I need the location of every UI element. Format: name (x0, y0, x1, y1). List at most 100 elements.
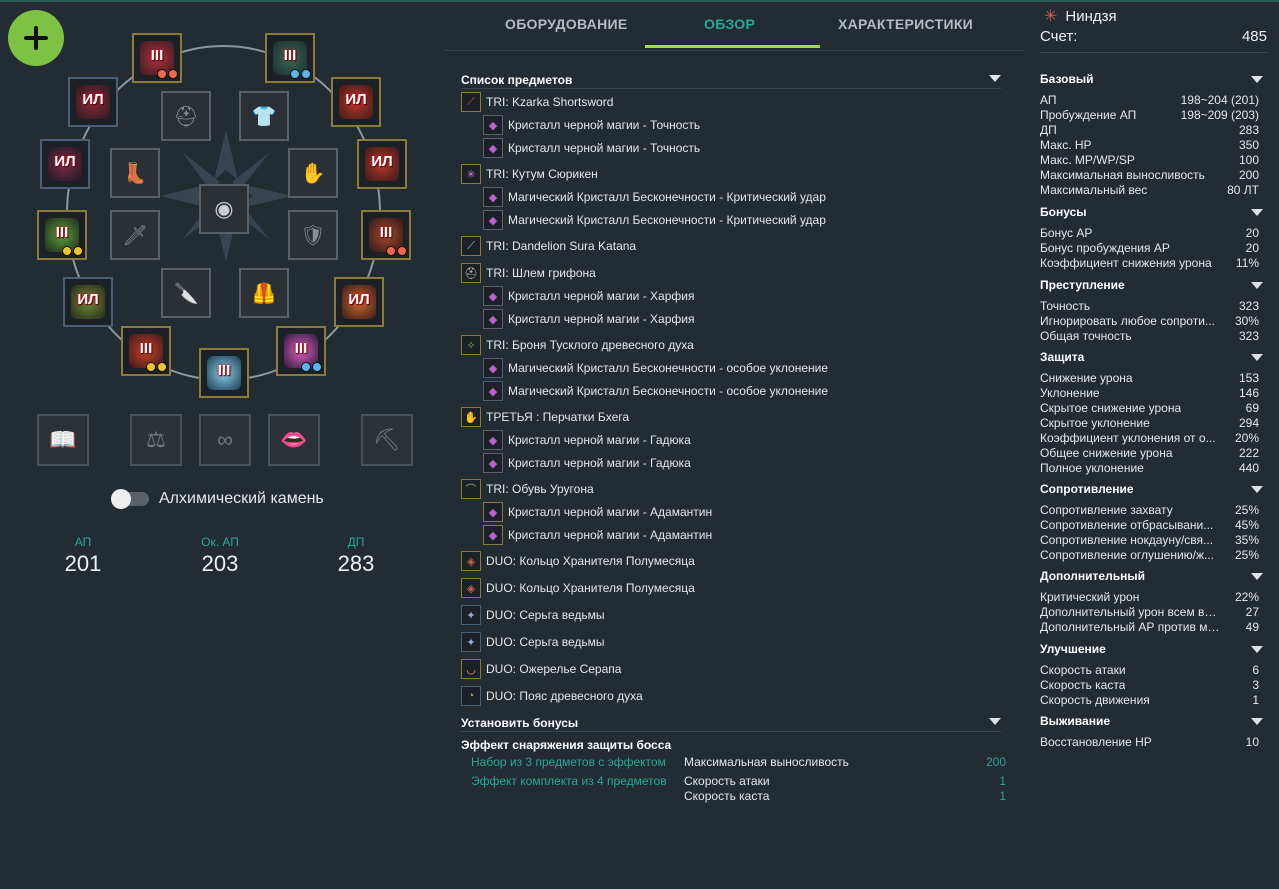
item-list-header[interactable]: Список предметов (461, 73, 1001, 87)
necklace-slot[interactable]: ИЛ (334, 277, 384, 327)
tool-book-slot[interactable]: 📖 (37, 414, 89, 466)
stat-row: Бонус пробуждения AP 20 (1040, 241, 1267, 256)
earring-slot-2[interactable]: ИЛ (357, 139, 407, 189)
belt-slot[interactable]: ИЛ (63, 277, 113, 327)
sub-weapon-slot[interactable]: III (121, 326, 171, 376)
stat-group: Бонусы Бонус AP 20 Бонус пробуждения AP 20 Ко… (1040, 205, 1267, 271)
tab-characteristics[interactable]: ХАРАКТЕРИСТИКИ (838, 16, 973, 32)
stat-group: Сопротивление Сопротивление захвату 25% Соп… (1040, 482, 1267, 563)
item-row[interactable]: ✦ DUO: Серьга ведьмы (461, 605, 605, 625)
sword-icon: ⟋ (461, 92, 481, 112)
crystal-row[interactable]: ◆ Кристалл черной магии - Адамантин (483, 525, 712, 545)
tool-lips-slot[interactable]: 👄 (268, 414, 320, 466)
crystal-row[interactable]: ◆ Магический Кристалл Бесконечности - Кри… (483, 210, 826, 230)
costume-helmet-slot[interactable]: ⛑ (161, 91, 211, 141)
item-row[interactable]: ◈ DUO: Кольцо Хранителя Полумесяца (461, 551, 695, 571)
stat-row: Снижение урона 153 (1040, 371, 1267, 386)
katana-icon: ⟋ (461, 236, 481, 256)
stat-group-header[interactable]: Базовый (1040, 72, 1267, 88)
alchemy-stone-toggle[interactable]: Алхимический камень (111, 489, 324, 509)
ring-slot-1[interactable]: ИЛ (68, 77, 118, 127)
toggle-switch[interactable] (111, 489, 149, 509)
stat-row: Сопротивление отбрасывани... 45% (1040, 518, 1267, 533)
crystal-row[interactable]: ◆ Магический Кристалл Бесконечности - осо… (483, 381, 828, 401)
stat-row: Коэффициент уклонения от о... 20% (1040, 431, 1267, 446)
crystal-row[interactable]: ◆ Кристалл черной магии - Точность (483, 115, 700, 135)
class-header: ✳ Ниндзя (1044, 6, 1117, 26)
stat-group-header[interactable]: Защита (1040, 350, 1267, 366)
item-row[interactable]: ◡ DUO: Ожерелье Серапа (461, 659, 621, 679)
set-bonus-title: Эффект снаряжения защиты босса (461, 738, 672, 752)
costume-armor-slot[interactable]: 👕 (239, 91, 289, 141)
stat-value: 323 (1238, 329, 1259, 343)
stat-group-header[interactable]: Преступление (1040, 278, 1267, 294)
awakening-weapon-slot[interactable]: III (199, 348, 249, 398)
costume-boots-slot[interactable]: 👢 (110, 148, 160, 198)
crystal-dots (386, 246, 407, 256)
set-bonus-stat: Максимальная выносливость (684, 755, 849, 769)
crystal-row[interactable]: ◆ Кристалл черной магии - Точность (483, 138, 700, 158)
stat-value: 1 (1252, 693, 1259, 707)
stat-group-header[interactable]: Сопротивление (1040, 482, 1267, 498)
enhance-level: ИЛ (345, 91, 367, 108)
tab-equipment[interactable]: ОБОРУДОВАНИЕ (505, 16, 628, 32)
costume-face-slot[interactable]: ◉ (199, 184, 249, 234)
crystal-row[interactable]: ◆ Кристалл черной магии - Харфия (483, 309, 694, 329)
earring-slot-1[interactable]: ИЛ (40, 139, 90, 189)
costume-underwear-slot[interactable]: 🦺 (239, 268, 289, 318)
crystal-row[interactable]: ◆ Кристалл черной магии - Гадюка (483, 430, 691, 450)
crystal-dots (301, 362, 322, 372)
crystal-row[interactable]: ◆ Кристалл черной магии - Адамантин (483, 502, 712, 522)
set-bonus-header[interactable]: Установить бонусы (461, 716, 1001, 730)
armor-slot[interactable]: III (265, 33, 315, 83)
costume-knife-slot[interactable]: 🔪 (161, 268, 211, 318)
shuriken-slot[interactable]: III (276, 326, 326, 376)
glasses-icon: ∞ (217, 427, 233, 452)
costume-gloves-slot[interactable]: ✋ (288, 148, 338, 198)
stat-name: Сопротивление нокдауну/свя... (1040, 533, 1214, 547)
item-row[interactable]: ◈ DUO: Кольцо Хранителя Полумесяца (461, 578, 695, 598)
item-name: TRI: Kzarka Shortsword (486, 95, 614, 109)
stat-group-header[interactable]: Бонусы (1040, 205, 1267, 221)
stat-name: Максимальная выносливость (1040, 168, 1205, 182)
main-weapon-slot[interactable]: III (37, 210, 87, 260)
gloves-slot[interactable]: III (361, 210, 411, 260)
item-row[interactable]: ⛑ TRI: Шлем грифона (461, 263, 596, 283)
stat-name: Скорость каста (1040, 678, 1126, 692)
crystal-row[interactable]: ◆ Кристалл черной магии - Харфия (483, 286, 694, 306)
stat-group-header[interactable]: Улучшение (1040, 642, 1267, 658)
tool-scale-slot[interactable]: ⚖ (130, 414, 182, 466)
item-row[interactable]: ✧ TRI: Броня Тусклого древесного духа (461, 335, 694, 355)
tool-pickaxe-slot[interactable]: ⛏ (361, 414, 413, 466)
item-name: Кристалл черной магии - Точность (508, 118, 701, 132)
item-row[interactable]: ⟋ TRI: Kzarka Shortsword (461, 92, 613, 112)
divider (461, 731, 1001, 732)
ring-icon: ◈ (461, 578, 481, 598)
stat-name: Коэффициент снижения урона (1040, 256, 1212, 270)
crystal-row[interactable]: ◆ Магический Кристалл Бесконечности - осо… (483, 358, 828, 378)
ring-slot-2[interactable]: ИЛ (331, 77, 381, 127)
mask-icon: ◉ (214, 196, 234, 221)
necklace-icon: ◡ (461, 659, 481, 679)
tool-glasses-slot[interactable]: ∞ (199, 414, 251, 466)
stat-group-header[interactable]: Дополнительный (1040, 569, 1267, 585)
item-row[interactable]: ✋ ТРЕТЬЯ : Перчатки Бхега (461, 407, 629, 427)
stat-name: Точность (1040, 299, 1091, 313)
stat-row: Общее снижение урона 222 (1040, 446, 1267, 461)
item-row[interactable]: ✦ DUO: Серьга ведьмы (461, 632, 605, 652)
costume-shield-slot[interactable]: 🛡 (288, 210, 338, 260)
item-row[interactable]: ◔ DUO: Пояс древесного духа (461, 686, 643, 706)
stat-group-header[interactable]: Выживание (1040, 714, 1267, 730)
item-row[interactable]: ⌒ TRI: Обувь Уругона (461, 479, 594, 499)
crystal-row[interactable]: ◆ Магический Кристалл Бесконечности - Кри… (483, 187, 826, 207)
helmet-slot[interactable]: III (132, 33, 182, 83)
item-row[interactable]: ✳ TRI: Кутум Сюрикен (461, 164, 598, 184)
item-row[interactable]: ⟋ TRI: Dandelion Sura Katana (461, 236, 636, 256)
tab-overview[interactable]: ОБЗОР (704, 16, 755, 32)
costume-weapon-slot[interactable]: 🗡 (110, 210, 160, 260)
crystal-row[interactable]: ◆ Кристалл черной магии - Гадюка (483, 453, 691, 473)
set-bonus-name: Набор из 3 предметов с эффектом (471, 755, 666, 769)
chevron-down-icon (1251, 354, 1263, 361)
set-bonus-value: 1 (999, 774, 1006, 788)
add-button[interactable] (8, 10, 64, 66)
